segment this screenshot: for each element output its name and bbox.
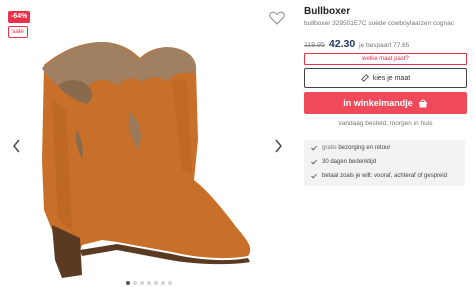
usp-highlight: gratis — [322, 145, 337, 151]
chevron-right-icon[interactable] — [272, 138, 284, 154]
product-gallery: -64% sale — [0, 0, 295, 287]
delivery-info: vandaag besteld, morgen in huis — [338, 120, 433, 127]
product-title: bullboxer 329501E7C suède cowboylaarzen … — [304, 20, 454, 27]
check-icon — [311, 173, 317, 179]
check-icon — [311, 159, 317, 165]
pagination-dot[interactable] — [140, 281, 144, 285]
choose-size-label: kies je maat — [372, 74, 411, 82]
usp-text: bezorging en retour — [336, 145, 391, 151]
choose-size-button[interactable]: kies je maat — [304, 68, 467, 88]
pagination-dot[interactable] — [133, 281, 137, 285]
old-price: 119.95 — [304, 42, 325, 49]
pagination-dot[interactable] — [154, 281, 158, 285]
ruler-icon — [360, 74, 369, 82]
size-help-link[interactable]: welke maat past? — [304, 53, 467, 65]
pagination-dot[interactable] — [126, 281, 130, 285]
add-to-cart-label: in winkelmandje — [343, 98, 413, 108]
pagination-dot[interactable] — [161, 281, 165, 285]
saving-text: je bespaart 77.65 — [359, 42, 410, 49]
usp-text: betaal zoals je wilt: vooraf, achteraf o… — [322, 173, 448, 179]
check-icon — [311, 145, 317, 151]
usp-text: 30 dagen bedenktijd — [322, 159, 377, 165]
product-brand[interactable]: Bullboxer — [304, 6, 350, 17]
product-image[interactable] — [22, 20, 272, 280]
image-pagination — [126, 281, 172, 285]
price-row: 119.95 42.30 je bespaart 77.65 — [304, 38, 409, 50]
shopping-bag-icon — [418, 99, 427, 107]
usp-item: betaal zoals je wilt: vooraf, achteraf o… — [311, 173, 447, 179]
add-to-cart-button[interactable]: in winkelmandje — [304, 92, 467, 114]
pagination-dot[interactable] — [168, 281, 172, 285]
pagination-dot[interactable] — [147, 281, 151, 285]
usp-list: gratis bezorging en retour 30 dagen bede… — [304, 140, 465, 186]
usp-item: 30 dagen bedenktijd — [311, 159, 376, 165]
new-price: 42.30 — [328, 38, 356, 50]
usp-item: gratis bezorging en retour — [311, 145, 390, 151]
